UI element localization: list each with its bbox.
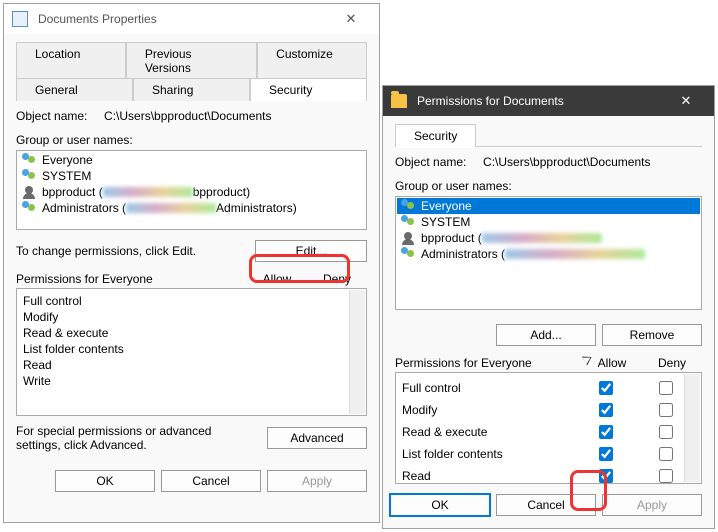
group-icon [22, 201, 38, 215]
user-list[interactable]: Everyone SYSTEM bpproduct (bpproduct) Ad… [16, 150, 367, 230]
apply-button[interactable]: Apply [602, 494, 702, 516]
edit-hint: To change permissions, click Edit. [16, 244, 255, 258]
file-icon [12, 11, 28, 27]
group-icon [22, 169, 38, 183]
list-item[interactable]: Everyone [397, 198, 700, 214]
cancel-button[interactable]: Cancel [161, 470, 261, 492]
group-icon [401, 215, 417, 229]
tab-security[interactable]: Security [250, 78, 367, 101]
deny-header: Deny [307, 272, 367, 286]
deny-header: Deny [642, 356, 702, 370]
edit-button[interactable]: Edit... [255, 240, 367, 262]
deny-checkbox[interactable] [659, 381, 673, 395]
list-item[interactable]: Everyone [18, 152, 365, 168]
perm-name: Modify [402, 403, 575, 417]
tab-customize[interactable]: Customize [257, 42, 367, 79]
advanced-button[interactable]: Advanced [267, 427, 367, 449]
group-icon [401, 247, 417, 261]
list-item[interactable]: SYSTEM [397, 214, 700, 230]
group-label: Group or user names: [395, 179, 702, 193]
tab-previous-versions[interactable]: Previous Versions [126, 42, 257, 79]
object-name-label: Object name: [395, 155, 466, 169]
titlebar: Permissions for Documents ✕ [383, 86, 714, 116]
perm-name: Read & execute [23, 326, 360, 340]
allow-checkbox[interactable] [599, 447, 613, 461]
allow-checkbox[interactable] [599, 469, 613, 483]
perm-name: Read [402, 469, 575, 483]
group-icon [22, 153, 38, 167]
allow-header: Allow [582, 356, 642, 370]
properties-dialog: Documents Properties ✕ Location Previous… [3, 3, 380, 523]
advanced-hint: For special permissions or advanced sett… [16, 424, 259, 452]
permissions-dialog: Permissions for Documents ✕ Security Obj… [382, 85, 715, 529]
list-item[interactable]: Administrators ( [397, 246, 700, 262]
group-label: Group or user names: [16, 133, 367, 147]
list-item[interactable]: bpproduct (bpproduct) [18, 184, 365, 200]
dialog-title: Documents Properties [34, 12, 331, 26]
permissions-list[interactable]: Full control Modify Read & execute List … [16, 288, 367, 416]
perm-name: Full control [402, 381, 575, 395]
dialog-title: Permissions for Documents [413, 94, 666, 108]
tab-location[interactable]: Location [16, 42, 126, 79]
list-item[interactable]: Administrators (Administrators) [18, 200, 365, 216]
scrollbar[interactable] [684, 374, 700, 482]
apply-button[interactable]: Apply [267, 470, 367, 492]
object-name-value: C:\Users\bpproduct\Documents [483, 155, 650, 169]
list-item[interactable]: SYSTEM [18, 168, 365, 184]
perm-name: List folder contents [402, 447, 575, 461]
tabs: Location Previous Versions Customize Gen… [16, 42, 367, 101]
perm-name: Read & execute [402, 425, 575, 439]
allow-checkbox[interactable] [599, 403, 613, 417]
deny-checkbox[interactable] [659, 403, 673, 417]
tabs: Security [395, 124, 702, 147]
cancel-button[interactable]: Cancel [496, 494, 596, 516]
close-icon[interactable]: ✕ [666, 93, 706, 109]
user-icon [22, 185, 38, 199]
permissions-list[interactable]: Full control Modify Read & execute List … [395, 372, 702, 484]
object-name-label: Object name: [16, 109, 87, 123]
deny-checkbox[interactable] [659, 469, 673, 483]
group-icon [401, 199, 417, 213]
perm-label: Permissions for Everyone [395, 356, 582, 370]
deny-checkbox[interactable] [659, 447, 673, 461]
ok-button[interactable]: OK [390, 494, 490, 516]
object-name-row: Object name: C:\Users\bpproduct\Document… [16, 109, 367, 123]
perm-name: List folder contents [23, 342, 360, 356]
perm-name: Full control [23, 294, 360, 308]
add-button[interactable]: Add... [496, 324, 596, 346]
cursor-icon [582, 353, 594, 366]
user-icon [401, 231, 417, 245]
titlebar: Documents Properties ✕ [4, 4, 379, 34]
object-name-row: Object name: C:\Users\bpproduct\Document… [395, 155, 702, 169]
scrollbar[interactable] [349, 290, 365, 414]
tab-sharing[interactable]: Sharing [133, 78, 250, 101]
allow-header: Allow [247, 272, 307, 286]
deny-checkbox[interactable] [659, 425, 673, 439]
perm-name: Read [23, 358, 360, 372]
user-list[interactable]: Everyone SYSTEM bpproduct ( Administrato… [395, 196, 702, 310]
perm-name: Write [23, 374, 360, 388]
remove-button[interactable]: Remove [602, 324, 702, 346]
ok-button[interactable]: OK [55, 470, 155, 492]
allow-checkbox[interactable] [599, 381, 613, 395]
tab-security[interactable]: Security [395, 124, 476, 147]
folder-icon [391, 94, 407, 108]
perm-label: Permissions for Everyone [16, 272, 247, 286]
allow-checkbox[interactable] [599, 425, 613, 439]
tab-general[interactable]: General [16, 78, 133, 101]
list-item[interactable]: bpproduct ( [397, 230, 700, 246]
object-name-value: C:\Users\bpproduct\Documents [104, 109, 271, 123]
perm-name: Modify [23, 310, 360, 324]
close-icon[interactable]: ✕ [331, 11, 371, 27]
